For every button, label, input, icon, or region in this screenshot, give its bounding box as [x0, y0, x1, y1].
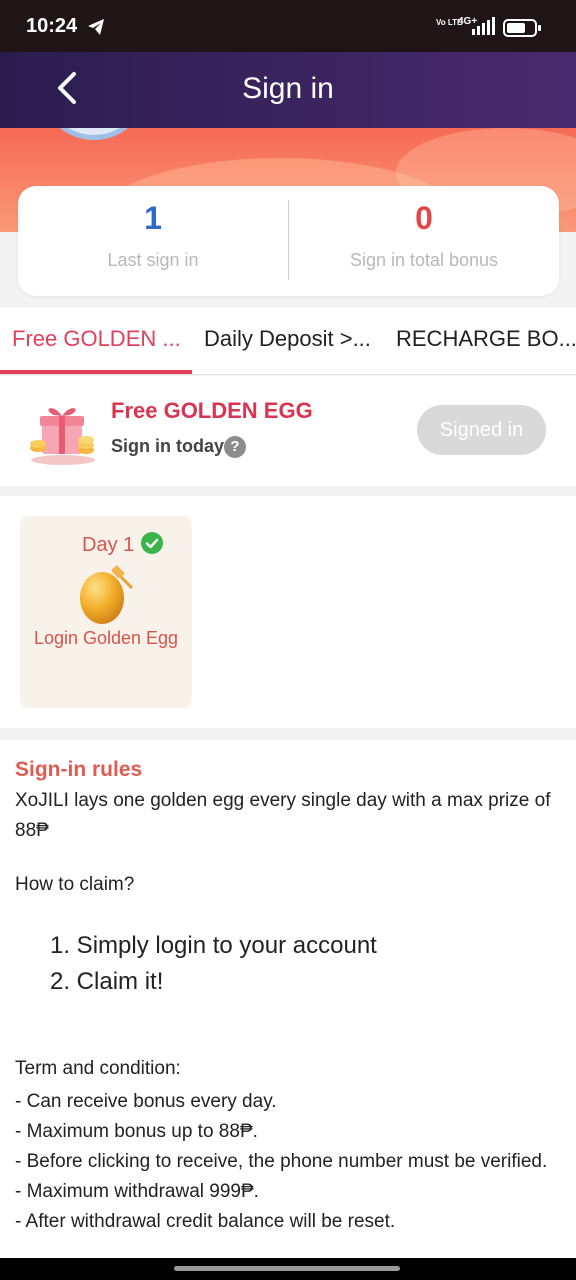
rules-claim-heading: How to claim?	[15, 874, 135, 895]
day-card[interactable]: Day 1 Login Golden Egg	[20, 516, 192, 708]
rules-steps: 1. Simply login to your account 2. Claim…	[50, 928, 377, 1000]
rules-intro: XoJILI lays one golden egg every single …	[15, 790, 551, 841]
rules-terms: - Can receive bonus every day. - Maximum…	[15, 1087, 563, 1237]
last-sign-in-stat: 1 Last sign in	[18, 186, 288, 296]
rules-term: - Can receive bonus every day.	[15, 1091, 277, 1112]
days-section: Day 1 Login Golden Egg	[0, 496, 576, 728]
tab-recharge-bonus[interactable]: RECHARGE BO...	[396, 326, 576, 352]
stats-card: 1 Last sign in 0 Sign in total bonus	[18, 186, 559, 296]
rules-term: - Before clicking to receive, the phone …	[15, 1151, 548, 1172]
rules-term: - After withdrawal credit balance will b…	[15, 1211, 396, 1232]
signal-icon	[472, 17, 495, 35]
tab-daily-deposit[interactable]: Daily Deposit >...	[204, 326, 371, 352]
status-bar: 10:24 Vo LTE 4G+	[0, 0, 576, 52]
rules-terms-heading: Term and condition:	[15, 1058, 181, 1079]
check-circle-icon	[141, 532, 163, 554]
gift-icon	[30, 408, 95, 465]
task-title: Free GOLDEN EGG	[111, 398, 313, 423]
total-bonus-label: Sign in total bonus	[349, 250, 499, 270]
rules-section: Sign-in rules XoJILI lays one golden egg…	[0, 740, 576, 1258]
battery-icon	[503, 19, 541, 37]
last-sign-in-value: 1	[144, 200, 162, 236]
help-icon[interactable]: ?	[224, 436, 246, 458]
app-bar: Sign in	[0, 52, 576, 128]
home-indicator[interactable]	[174, 1266, 400, 1271]
tab-bar: Free GOLDEN ... Daily Deposit >... RECHA…	[0, 307, 576, 375]
last-sign-in-label: Last sign in	[107, 250, 199, 270]
total-bonus-value: 0	[415, 200, 433, 236]
active-tab-indicator	[0, 370, 192, 374]
golden-egg-icon	[80, 565, 134, 624]
task-row: Free GOLDEN EGG Sign in today ? Signed i…	[0, 376, 576, 486]
rules-term: - Maximum withdrawal 999₱.	[15, 1181, 259, 1202]
system-nav-bar	[0, 1258, 576, 1280]
day-label: Day 1	[82, 534, 135, 556]
page-title: Sign in	[242, 72, 334, 105]
total-bonus-stat: 0 Sign in total bonus	[289, 186, 559, 296]
tab-free-golden-egg[interactable]: Free GOLDEN ...	[12, 326, 181, 352]
avatar	[46, 128, 142, 140]
telegram-icon	[88, 19, 104, 35]
rules-term: - Maximum bonus up to 88₱.	[15, 1121, 258, 1142]
day-reward-label: Login Golden Egg	[33, 628, 179, 648]
rules-step: 1. Simply login to your account	[50, 932, 377, 959]
rules-title: Sign-in rules	[15, 758, 143, 781]
task-subtitle: Sign in today	[111, 436, 225, 456]
rules-step: 2. Claim it!	[50, 968, 164, 995]
status-time: 10:24	[26, 15, 78, 37]
signed-in-button[interactable]: Signed in	[417, 405, 546, 455]
